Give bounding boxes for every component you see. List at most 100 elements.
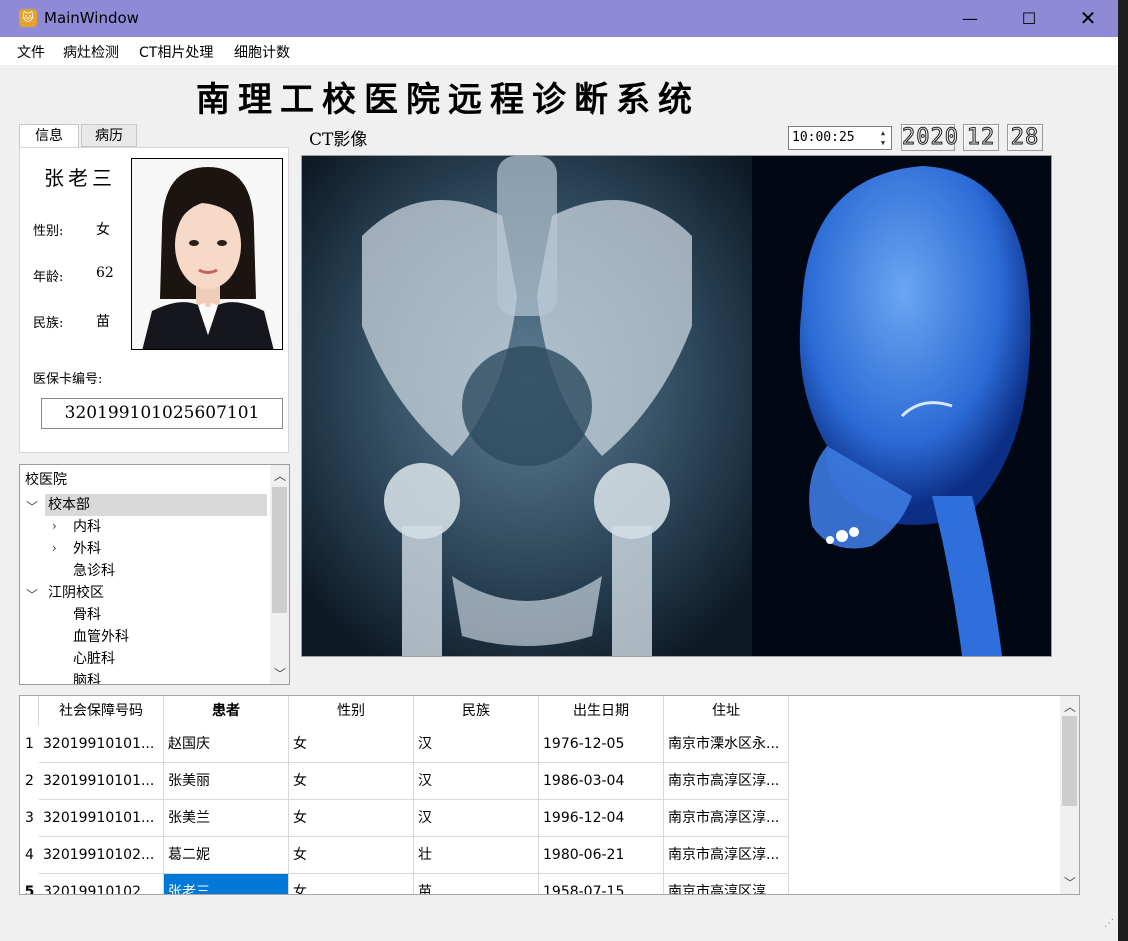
table-cell[interactable]: 张美丽 bbox=[164, 763, 289, 800]
chevron-down-icon[interactable]: ﹀ bbox=[26, 586, 38, 603]
column-header[interactable]: 民族 bbox=[414, 696, 539, 726]
table-cell[interactable]: 女 bbox=[289, 800, 414, 837]
tree-item[interactable]: 脑科 bbox=[73, 670, 101, 684]
cat-icon: 🐱 bbox=[19, 9, 37, 27]
table-cell[interactable]: 汉 bbox=[414, 800, 539, 837]
ct-image-label: CT影像 bbox=[309, 130, 368, 150]
tree-item[interactable]: 心脏科 bbox=[73, 648, 115, 670]
table-cell[interactable]: 南京市高淳区淳... bbox=[664, 837, 789, 874]
tree-item[interactable]: 血管外科 bbox=[73, 626, 129, 648]
row-number[interactable]: 3 bbox=[20, 800, 39, 837]
scroll-up-icon[interactable]: ︿ bbox=[274, 467, 286, 484]
patient-photo bbox=[131, 158, 283, 350]
table-cell[interactable]: 赵国庆 bbox=[164, 726, 289, 763]
tree-item[interactable]: 骨科 bbox=[73, 604, 101, 626]
tree-scroll-thumb[interactable] bbox=[272, 487, 287, 613]
table-cell[interactable]: 1976-12-05 bbox=[539, 726, 664, 763]
table-cell[interactable]: 女 bbox=[289, 837, 414, 874]
ct-image-display[interactable] bbox=[301, 155, 1052, 657]
column-header[interactable]: 出生日期 bbox=[539, 696, 664, 726]
tree-item[interactable]: 校本部 bbox=[45, 494, 267, 516]
column-header[interactable]: 患者 bbox=[164, 696, 289, 726]
patient-info-panel: 张老三 性别: 女 年龄: 62 民族: 苗 医保卡编号: 3201991010… bbox=[19, 147, 289, 453]
table-cell[interactable]: 苗 bbox=[414, 874, 539, 894]
table-cell[interactable]: 32019910101... bbox=[39, 800, 164, 837]
table-cell[interactable]: 1986-03-04 bbox=[539, 763, 664, 800]
row-number[interactable]: 2 bbox=[20, 763, 39, 800]
card-number-field[interactable]: 320199101025607101 bbox=[41, 398, 283, 429]
scroll-down-icon[interactable]: ﹀ bbox=[274, 665, 286, 682]
page-title: 南理工校医院远程诊断系统 bbox=[196, 80, 700, 120]
table-cell[interactable]: 南京市溧水区永... bbox=[664, 726, 789, 763]
row-number[interactable]: 5 bbox=[20, 874, 39, 894]
menu-ct-processing[interactable]: CT相片处理 bbox=[139, 42, 213, 62]
column-header[interactable]: 性别 bbox=[289, 696, 414, 726]
table-cell[interactable]: 女 bbox=[289, 763, 414, 800]
day-lcd: 28 bbox=[1007, 124, 1043, 151]
chevron-right-icon[interactable]: › bbox=[52, 519, 57, 533]
tree-item[interactable]: 内科 bbox=[73, 516, 101, 538]
month-lcd: 12 bbox=[963, 124, 999, 151]
table-cell[interactable]: 汉 bbox=[414, 763, 539, 800]
card-number-label: 医保卡编号: bbox=[33, 372, 103, 387]
main-window: 🐱 MainWindow — ☐ ✕ 文件 病灶检测 CT相片处理 细胞计数 南… bbox=[0, 0, 1118, 941]
chevron-down-icon[interactable]: ﹀ bbox=[26, 498, 38, 515]
tree-item[interactable]: 外科 bbox=[73, 538, 101, 560]
menu-bar: 文件 病灶检测 CT相片处理 细胞计数 bbox=[0, 37, 1118, 65]
chevron-right-icon[interactable]: › bbox=[52, 541, 57, 555]
table-cell[interactable]: 葛二妮 bbox=[164, 837, 289, 874]
tree-item[interactable]: 急诊科 bbox=[73, 560, 115, 582]
menu-file[interactable]: 文件 bbox=[17, 42, 45, 62]
tab-info[interactable]: 信息 bbox=[19, 124, 79, 148]
tree-item[interactable]: 江阴校区 bbox=[48, 582, 104, 604]
spin-down-icon[interactable]: ▼ bbox=[876, 138, 890, 148]
gender-label: 性别: bbox=[33, 224, 64, 239]
table-cell[interactable]: 汉 bbox=[414, 726, 539, 763]
time-edit[interactable]: 10:00:25 ▲ ▼ bbox=[788, 126, 892, 150]
table-cell[interactable]: 1996-12-04 bbox=[539, 800, 664, 837]
row-number[interactable]: 4 bbox=[20, 837, 39, 874]
row-number[interactable]: 1 bbox=[20, 726, 39, 763]
tree-scrollbar[interactable]: ︿ ﹀ bbox=[270, 465, 289, 684]
title-bar[interactable]: 🐱 MainWindow — ☐ ✕ bbox=[0, 0, 1118, 37]
table-cell[interactable]: 女 bbox=[289, 726, 414, 763]
maximize-button[interactable]: ☐ bbox=[1000, 0, 1058, 37]
table-cell[interactable]: 女 bbox=[289, 874, 414, 894]
table-cell[interactable]: 1980-06-21 bbox=[539, 837, 664, 874]
menu-cell-count[interactable]: 细胞计数 bbox=[234, 42, 290, 62]
table-cell[interactable]: 32019910101... bbox=[39, 726, 164, 763]
column-header[interactable]: 住址 bbox=[664, 696, 789, 726]
table-cell[interactable]: 32019910102... bbox=[39, 837, 164, 874]
spin-up-icon[interactable]: ▲ bbox=[876, 128, 890, 138]
table-cell-selected[interactable]: 张老三 bbox=[164, 874, 289, 894]
age-value: 62 bbox=[96, 265, 114, 281]
table-scrollbar[interactable]: ︿ ﹀ bbox=[1060, 696, 1079, 894]
year-lcd: 2020 bbox=[901, 124, 959, 151]
scroll-up-icon[interactable]: ︿ bbox=[1064, 698, 1076, 715]
table-scroll-thumb[interactable] bbox=[1062, 716, 1077, 806]
column-header[interactable]: 社会保障号码 bbox=[39, 696, 164, 726]
patient-table[interactable]: 社会保障号码 患者 性别 民族 出生日期 住址 1 32019910101...… bbox=[19, 695, 1080, 895]
close-button[interactable]: ✕ bbox=[1059, 0, 1117, 37]
scroll-down-icon[interactable]: ﹀ bbox=[1064, 874, 1076, 891]
age-label: 年龄: bbox=[33, 270, 64, 285]
department-tree[interactable]: 校医院 ﹀ 校本部 › 内科 › 外科 急诊科 ﹀ 江阴校区 骨科 血管外科 心… bbox=[19, 464, 290, 685]
table-cell[interactable]: 壮 bbox=[414, 837, 539, 874]
table-cell[interactable]: 1958-07-15 bbox=[539, 874, 664, 894]
table-cell[interactable]: 南京市高淳区淳... bbox=[664, 874, 789, 894]
corner-cell bbox=[20, 696, 39, 726]
xray-image bbox=[302, 156, 1051, 656]
resize-grip-icon[interactable]: ⋰ bbox=[1104, 918, 1114, 929]
table-cell[interactable]: 南京市高淳区淳... bbox=[664, 763, 789, 800]
tree-root[interactable]: 校医院 bbox=[25, 469, 67, 491]
ethnicity-label: 民族: bbox=[33, 316, 64, 331]
tab-medical-record[interactable]: 病历 bbox=[81, 124, 137, 147]
table-cell[interactable]: 南京市高淳区淳... bbox=[664, 800, 789, 837]
table-cell[interactable]: 32019910101... bbox=[39, 763, 164, 800]
gender-value: 女 bbox=[96, 222, 110, 238]
minimize-button[interactable]: — bbox=[941, 0, 999, 37]
time-value: 10:00:25 bbox=[792, 130, 855, 145]
table-cell[interactable]: 张美兰 bbox=[164, 800, 289, 837]
table-cell[interactable]: 32019910102... bbox=[39, 874, 164, 894]
menu-lesion-detection[interactable]: 病灶检测 bbox=[63, 42, 119, 62]
